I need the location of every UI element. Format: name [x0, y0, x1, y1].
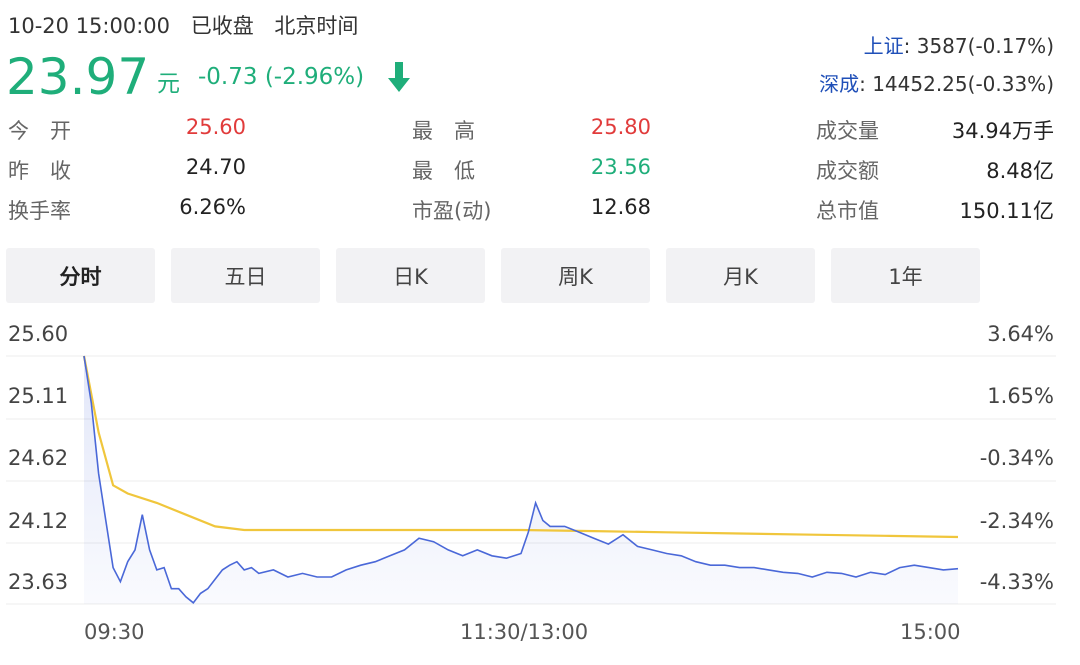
y-tick-left: 23.63 — [8, 570, 69, 594]
y-tick-right: 1.65% — [987, 384, 1054, 408]
y-tick-left: 24.62 — [8, 446, 69, 470]
x-tick: 11:30/13:00 — [460, 620, 589, 644]
average-price-line — [82, 355, 959, 539]
y-tick-right: -4.33% — [979, 570, 1054, 594]
y-tick-right: 3.64% — [987, 322, 1054, 346]
y-tick-left: 24.12 — [8, 509, 69, 533]
x-tick: 15:00 — [900, 620, 961, 644]
y-tick-right: -0.34% — [979, 446, 1054, 470]
y-tick-left: 25.11 — [8, 384, 69, 408]
intraday-chart[interactable] — [0, 0, 1080, 665]
y-tick-right: -2.34% — [979, 509, 1054, 533]
x-tick: 09:30 — [84, 620, 145, 644]
price-area — [84, 356, 958, 604]
y-tick-left: 25.60 — [8, 322, 69, 346]
